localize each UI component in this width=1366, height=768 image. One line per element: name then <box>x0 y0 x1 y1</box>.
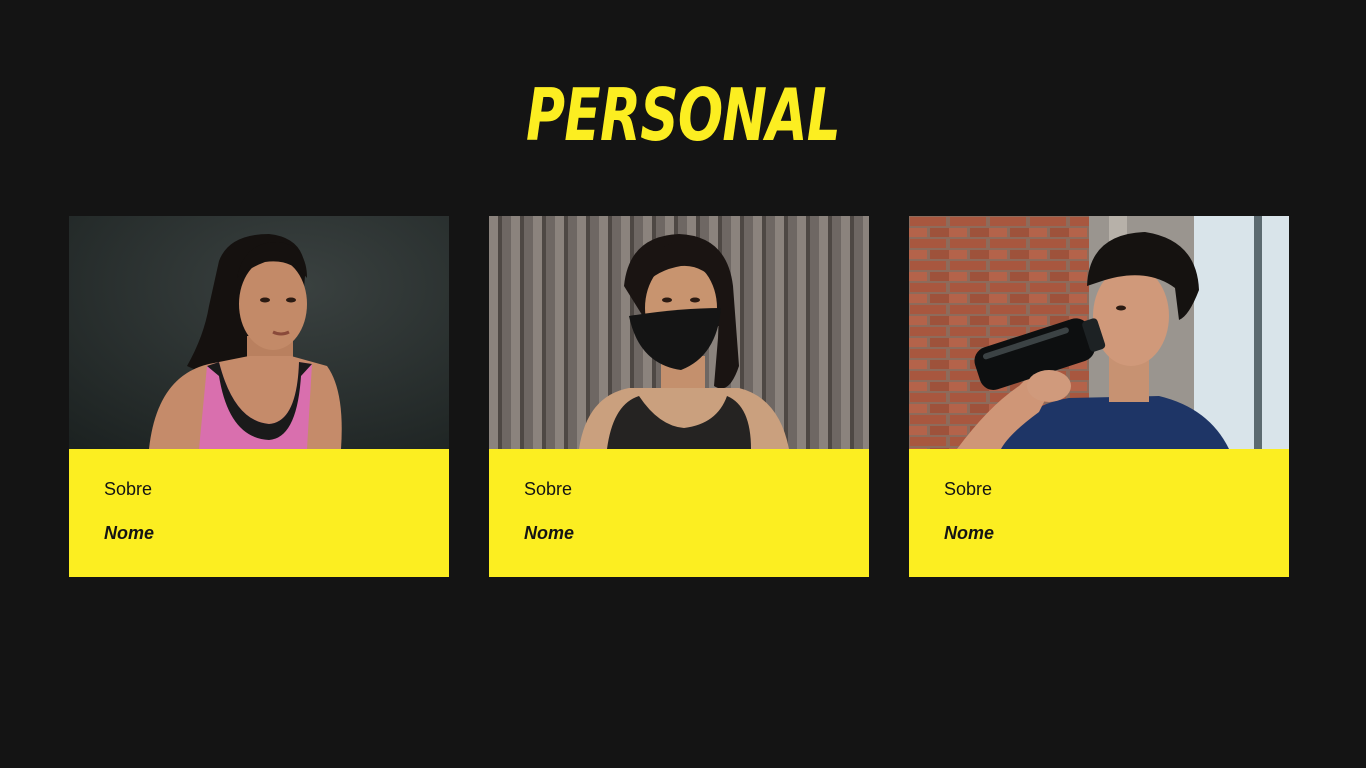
trainer-info: Sobre Nome <box>69 449 449 577</box>
trainer-info: Sobre Nome <box>909 449 1289 577</box>
about-label: Sobre <box>944 479 993 499</box>
trainer-card[interactable]: Sobre Nome <box>69 216 449 577</box>
trainer-info: Sobre Nome <box>489 449 869 577</box>
woman-in-pink-tank-top-photo <box>69 216 449 449</box>
about-label: Sobre <box>104 479 153 499</box>
name-label: Nome <box>524 523 575 543</box>
page-title: PERSONAL <box>525 73 841 157</box>
trainer-card[interactable]: Sobre Nome <box>489 216 869 577</box>
trainer-photo-3 <box>909 216 1289 449</box>
trainer-photo-1 <box>69 216 449 449</box>
woman-with-black-face-mask-photo <box>489 216 869 449</box>
man-drinking-from-shaker-photo <box>909 216 1289 449</box>
about-label: Sobre <box>524 479 573 499</box>
name-label: Nome <box>104 523 155 543</box>
trainer-photo-2 <box>489 216 869 449</box>
name-label: Nome <box>944 523 995 543</box>
trainer-card[interactable]: Sobre Nome <box>909 216 1289 577</box>
